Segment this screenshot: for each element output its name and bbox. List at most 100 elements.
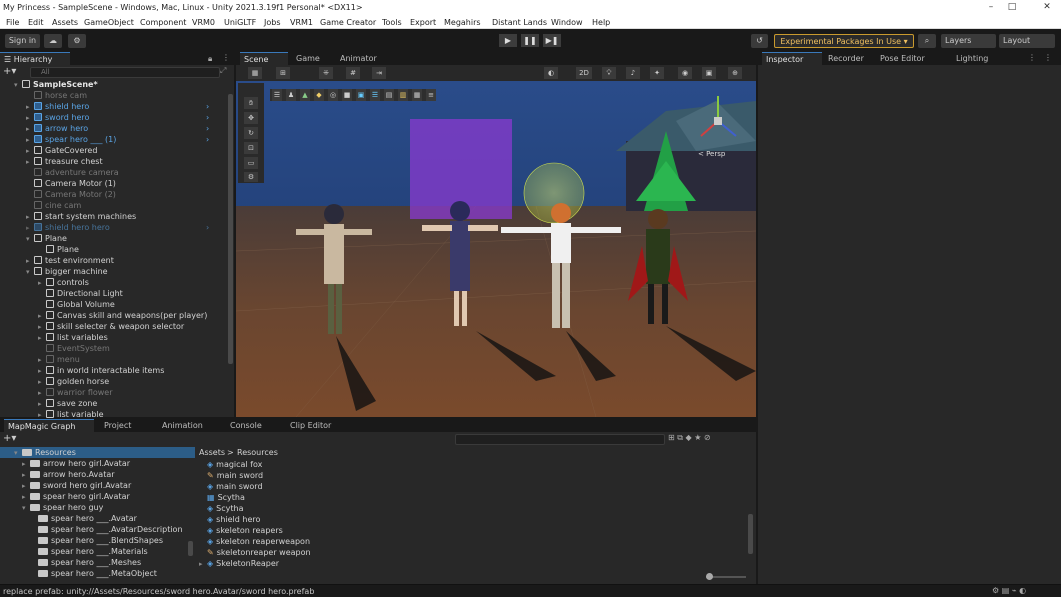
breadcrumb-item[interactable]: Assets bbox=[199, 447, 225, 458]
move-snap-icon[interactable]: ⁜ bbox=[319, 67, 333, 79]
search-icon[interactable]: ⌕ bbox=[918, 34, 936, 48]
hierarchy-item[interactable]: ▸ GateCovered bbox=[26, 145, 97, 156]
asset-item[interactable]: ✎ skeletonreaper weapon bbox=[207, 547, 311, 558]
menu-item-distant-lands[interactable]: Distant Lands bbox=[492, 18, 547, 27]
hierarchy-item[interactable]: Plane bbox=[38, 244, 79, 255]
scene-viewport[interactable]: < Persp ✋︎ ✥ ↻ ⊡ ▭ ⚙ ☰ ♟ ▲ ◆ ◎ ■ ▣ ☰ ▤ ▥… bbox=[236, 81, 756, 417]
icon-size-slider-handle[interactable] bbox=[706, 573, 713, 580]
menu-item-vrm1[interactable]: VRM1 bbox=[290, 18, 313, 27]
overlay-icon-8[interactable]: ☰ bbox=[370, 89, 380, 101]
prefab-open-icon[interactable]: › bbox=[206, 134, 209, 145]
hierarchy-item[interactable]: adventure camera bbox=[26, 167, 119, 178]
menu-item-vrm0[interactable]: VRM0 bbox=[192, 18, 215, 27]
tab-pose-editor[interactable]: Pose Editor bbox=[876, 52, 948, 65]
hierarchy-item[interactable]: ▸ Canvas skill and weapons(per player) bbox=[38, 310, 207, 321]
shading-icon[interactable]: ◐ bbox=[544, 67, 558, 79]
hierarchy-item[interactable]: ▸ list variables bbox=[38, 332, 108, 343]
pause-button[interactable]: ❚❚ bbox=[521, 34, 539, 47]
expand-arrow-icon[interactable]: ▾ bbox=[22, 503, 30, 514]
experimental-packages-dropdown[interactable]: Experimental Packages In Use ▾ bbox=[774, 34, 914, 48]
hierarchy-item[interactable]: ▸ skill selecter & weapon selector bbox=[38, 321, 184, 332]
hierarchy-item[interactable]: ▸ spear hero ___ (1) › bbox=[26, 134, 209, 145]
hierarchy-item[interactable]: EventSystem bbox=[38, 343, 110, 354]
rotate-tool-icon[interactable]: ↻ bbox=[244, 127, 258, 139]
tab-console[interactable]: Console bbox=[226, 419, 282, 432]
prefab-open-icon[interactable]: › bbox=[206, 101, 209, 112]
move-tool-icon[interactable]: ✥ bbox=[244, 112, 258, 124]
overlay-icon-2[interactable]: ♟ bbox=[286, 89, 296, 101]
asset-item[interactable]: ◈ skeleton reapers bbox=[207, 525, 283, 536]
hierarchy-item[interactable]: ▸ warrior flower bbox=[38, 387, 113, 398]
project-search-input[interactable] bbox=[455, 434, 665, 445]
project-files-scrollbar[interactable] bbox=[748, 514, 753, 554]
overlay-icon-11[interactable]: ▦ bbox=[412, 89, 422, 101]
maximize-button[interactable]: □ bbox=[1005, 2, 1019, 12]
hierarchy-item[interactable]: Global Volume bbox=[38, 299, 115, 310]
expand-icon[interactable]: ⤢ bbox=[220, 66, 226, 76]
minimize-button[interactable]: – bbox=[984, 2, 998, 12]
play-button[interactable]: ▶ bbox=[499, 34, 517, 47]
menu-item-assets[interactable]: Assets bbox=[52, 18, 78, 27]
folder-tree-item[interactable]: ▸ arrow hero.Avatar bbox=[22, 469, 115, 480]
menu-item-megahirs[interactable]: Megahirs bbox=[444, 18, 481, 27]
tab-hierarchy[interactable]: ☰ Hierarchy bbox=[0, 52, 70, 65]
prefab-open-icon[interactable]: › bbox=[206, 112, 209, 123]
hierarchy-item[interactable]: ▸ menu bbox=[38, 354, 80, 365]
expand-arrow-icon[interactable]: ▾ bbox=[14, 448, 22, 459]
overlay-icon-5[interactable]: ◎ bbox=[328, 89, 338, 101]
menu-item-component[interactable]: Component bbox=[140, 18, 186, 27]
tab-inspector[interactable]: Inspector bbox=[762, 52, 822, 65]
folder-tree-item[interactable]: ▸ spear hero girl.Avatar bbox=[22, 491, 130, 502]
inspector-more-icon[interactable]: ⋮ bbox=[1044, 53, 1052, 62]
expand-arrow-icon[interactable]: ▸ bbox=[199, 559, 207, 570]
tab-game[interactable]: Game bbox=[292, 52, 332, 65]
folder-tree-item[interactable]: spear hero ___.MetaObject bbox=[30, 568, 157, 579]
hierarchy-item[interactable]: ▸ shield hero › bbox=[26, 101, 209, 112]
effects-icon[interactable]: ✦ bbox=[650, 67, 664, 79]
folder-tree-item[interactable]: ▾ Resources bbox=[0, 447, 195, 458]
transform-tool-icon[interactable]: ⚙ bbox=[244, 172, 258, 182]
sign-in-button[interactable]: Sign in bbox=[5, 34, 40, 48]
project-filter-icon[interactable]: ⊞ ⧉ ◆ ★ ⊘ bbox=[668, 433, 711, 443]
breadcrumb-item[interactable]: Resources bbox=[237, 447, 278, 458]
hierarchy-item[interactable]: ▾ bigger machine bbox=[26, 266, 108, 277]
hierarchy-item[interactable]: ▸ treasure chest bbox=[26, 156, 103, 167]
folder-tree-item[interactable]: ▾ spear hero guy bbox=[22, 502, 103, 513]
folder-tree-item[interactable]: spear hero ___.Avatar bbox=[30, 513, 137, 524]
overlay-icon-1[interactable]: ☰ bbox=[272, 89, 282, 101]
add-icon[interactable]: +▾ bbox=[3, 66, 16, 77]
folder-tree-item[interactable]: spear hero ___.Materials bbox=[30, 546, 148, 557]
folder-tree-item[interactable]: ▸ sword hero girl.Avatar bbox=[22, 480, 131, 491]
menu-item-window[interactable]: Window bbox=[551, 18, 583, 27]
tab-project[interactable]: Project bbox=[100, 419, 154, 432]
overlay-icon-3[interactable]: ▲ bbox=[300, 89, 310, 101]
hierarchy-item[interactable]: ▸ golden horse bbox=[38, 376, 109, 387]
hierarchy-item[interactable]: Directional Light bbox=[38, 288, 123, 299]
history-icon[interactable]: ↺ bbox=[751, 34, 768, 48]
step-button[interactable]: ▶❚ bbox=[543, 34, 561, 47]
tab-lighting[interactable]: Lighting bbox=[952, 52, 1012, 65]
gizmos-toggle-icon[interactable]: ⊕ bbox=[728, 67, 742, 79]
overlay-icon-4[interactable]: ◆ bbox=[314, 89, 324, 101]
settings-icon[interactable]: ⚙ bbox=[68, 34, 86, 48]
persp-label[interactable]: < Persp bbox=[698, 150, 726, 158]
draw-mode-icon[interactable]: ▦ bbox=[248, 67, 262, 79]
toggle-2d-button[interactable]: 2D bbox=[576, 67, 592, 79]
scale-tool-icon[interactable]: ⊡ bbox=[244, 142, 258, 154]
menu-item-gameobject[interactable]: GameObject bbox=[84, 18, 134, 27]
asset-item[interactable]: ▸ ◈ SkeletonReaper bbox=[199, 558, 279, 569]
menu-item-game-creator[interactable]: Game Creator bbox=[320, 18, 376, 27]
hierarchy-item[interactable]: ▾ Plane bbox=[26, 233, 67, 244]
menu-item-unigltf[interactable]: UniGLTF bbox=[224, 18, 256, 27]
asset-item[interactable]: ◈ main sword bbox=[207, 481, 263, 492]
cloud-icon[interactable]: ☁ bbox=[44, 34, 62, 48]
asset-item[interactable]: ◈ Scytha bbox=[207, 503, 243, 514]
folder-tree-item[interactable]: spear hero ___.BlendShapes bbox=[30, 535, 163, 546]
lighting-icon[interactable]: 💡︎ bbox=[602, 67, 616, 79]
overlay-icon-10[interactable]: ▥ bbox=[398, 89, 408, 101]
hierarchy-item[interactable]: Camera Motor (1) bbox=[26, 178, 116, 189]
visibility-icon[interactable]: ◉ bbox=[678, 67, 692, 79]
prefab-open-icon[interactable]: › bbox=[206, 222, 209, 233]
hierarchy-item[interactable]: ▸ test environment bbox=[26, 255, 114, 266]
layout-dropdown[interactable]: Layout bbox=[999, 34, 1055, 48]
